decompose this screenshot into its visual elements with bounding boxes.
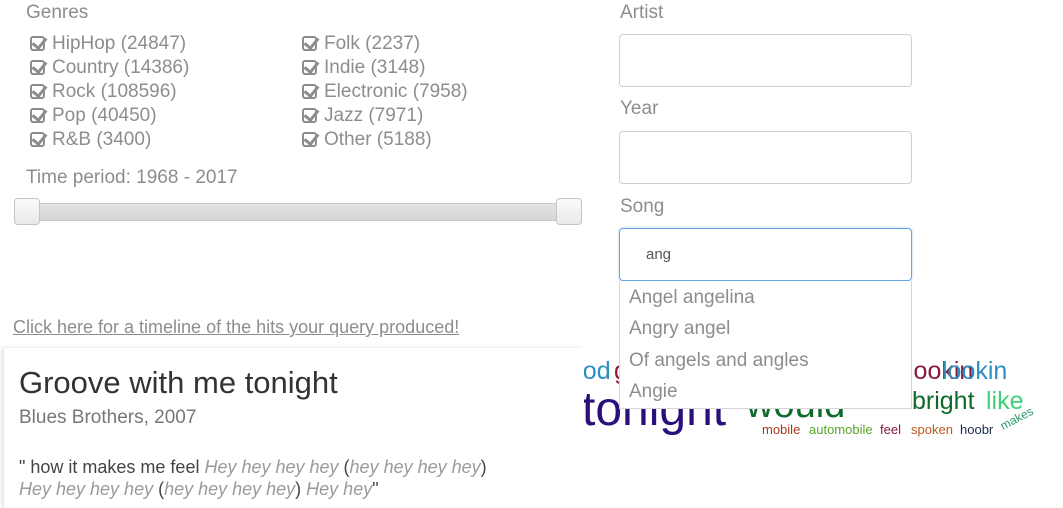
- checkbox-checked-icon: [302, 60, 317, 75]
- year-label: Year: [620, 98, 659, 119]
- suggestion-item[interactable]: Angel angelina: [629, 287, 755, 309]
- suggestion-item[interactable]: Of angels and angles: [629, 350, 809, 372]
- song-suggestions-dropdown: Angel angelina Angry angel Of angels and…: [619, 281, 912, 409]
- genre-checkbox-other[interactable]: Other (5188): [302, 128, 432, 152]
- checkbox-checked-icon: [302, 132, 317, 147]
- artist-input[interactable]: [620, 35, 911, 86]
- checkbox-checked-icon: [30, 108, 45, 123]
- genres-label: Genres: [26, 2, 89, 23]
- time-period-slider-max-handle[interactable]: [556, 198, 582, 225]
- word-cloud-word: bright: [912, 387, 975, 415]
- checkbox-checked-icon: [30, 84, 45, 99]
- suggestion-item[interactable]: Angie: [629, 381, 678, 403]
- checkbox-checked-icon: [30, 60, 45, 75]
- time-period-label: Time period: 1968 - 2017: [26, 167, 238, 188]
- song-label: Song: [620, 196, 665, 217]
- word-cloud-word: lookin: [942, 357, 1008, 385]
- genre-checkbox-country[interactable]: Country (14386): [30, 56, 189, 80]
- genre-checkbox-electronic[interactable]: Electronic (7958): [302, 80, 468, 104]
- lyrics-snippet: " how it makes me feel Hey hey hey hey (…: [19, 457, 487, 499]
- song-title: Groove with me tonight: [19, 365, 338, 400]
- genre-checkbox-folk[interactable]: Folk (2237): [302, 32, 420, 56]
- word-cloud-word: feel: [880, 422, 901, 437]
- song-field-wrapper: [619, 228, 912, 281]
- word-cloud-word: mobile: [762, 422, 801, 437]
- suggestion-item[interactable]: Angry angel: [629, 318, 730, 340]
- year-input[interactable]: [620, 132, 911, 183]
- song-artist-year: Blues Brothers, 2007: [19, 407, 197, 428]
- genre-checkbox-rock[interactable]: Rock (108596): [30, 80, 177, 104]
- word-cloud-word: hoobr: [960, 422, 994, 437]
- genre-checkbox-hiphop[interactable]: HipHop (24847): [30, 32, 186, 56]
- checkbox-checked-icon: [30, 132, 45, 147]
- word-cloud-word: spoken: [911, 422, 953, 437]
- checkbox-checked-icon: [302, 36, 317, 51]
- genre-checkbox-indie[interactable]: Indie (3148): [302, 56, 425, 80]
- checkbox-checked-icon: [302, 108, 317, 123]
- artist-label: Artist: [620, 2, 664, 23]
- year-field-wrapper: [619, 131, 912, 184]
- time-period-slider-track[interactable]: [14, 203, 582, 221]
- checkbox-checked-icon: [30, 36, 45, 51]
- song-input[interactable]: [620, 229, 911, 280]
- checkbox-checked-icon: [302, 84, 317, 99]
- artist-field-wrapper: [619, 34, 912, 87]
- genre-checkbox-pop[interactable]: Pop (40450): [30, 104, 157, 128]
- genre-checkbox-jazz[interactable]: Jazz (7971): [302, 104, 423, 128]
- timeline-link[interactable]: Click here for a timeline of the hits yo…: [13, 317, 459, 338]
- time-period-slider-min-handle[interactable]: [14, 198, 40, 225]
- genre-checkbox-rnb[interactable]: R&B (3400): [30, 128, 151, 152]
- word-cloud-word: automobile: [809, 422, 873, 437]
